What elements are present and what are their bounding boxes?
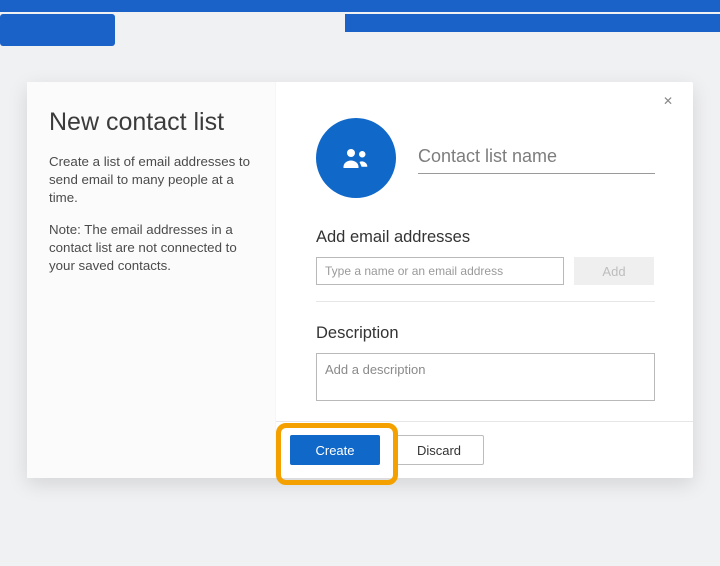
create-button-label: Create — [315, 443, 354, 458]
contact-list-name-input[interactable] — [418, 142, 655, 174]
email-section-label: Add email addresses — [316, 228, 655, 247]
email-input-row: Add — [316, 257, 655, 285]
new-contact-list-dialog: New contact list Create a list of email … — [27, 82, 693, 478]
bg-toolbar-button — [0, 14, 115, 46]
add-email-button[interactable]: Add — [574, 257, 654, 285]
people-icon — [341, 143, 371, 173]
header-row — [316, 118, 655, 198]
contact-list-avatar — [316, 118, 396, 198]
close-button[interactable]: ✕ — [661, 94, 675, 108]
email-address-input[interactable] — [316, 257, 564, 285]
section-divider — [316, 301, 655, 302]
create-button[interactable]: Create — [290, 435, 380, 465]
dialog-footer: Create Discard — [276, 421, 693, 478]
dialog-title: New contact list — [49, 108, 253, 137]
dialog-info-pane: New contact list Create a list of email … — [27, 82, 276, 478]
description-section-label: Description — [316, 324, 655, 343]
bg-toolbar-strip — [0, 0, 720, 12]
dialog-note: Note: The email addresses in a contact l… — [49, 221, 253, 275]
description-textarea[interactable] — [316, 353, 655, 401]
dialog-description: Create a list of email addresses to send… — [49, 153, 253, 207]
close-icon: ✕ — [663, 94, 673, 108]
bg-toolbar-strip-right — [345, 14, 720, 32]
dialog-form-pane: ✕ Add email addresses Add Description — [276, 82, 693, 478]
discard-button[interactable]: Discard — [394, 435, 484, 465]
